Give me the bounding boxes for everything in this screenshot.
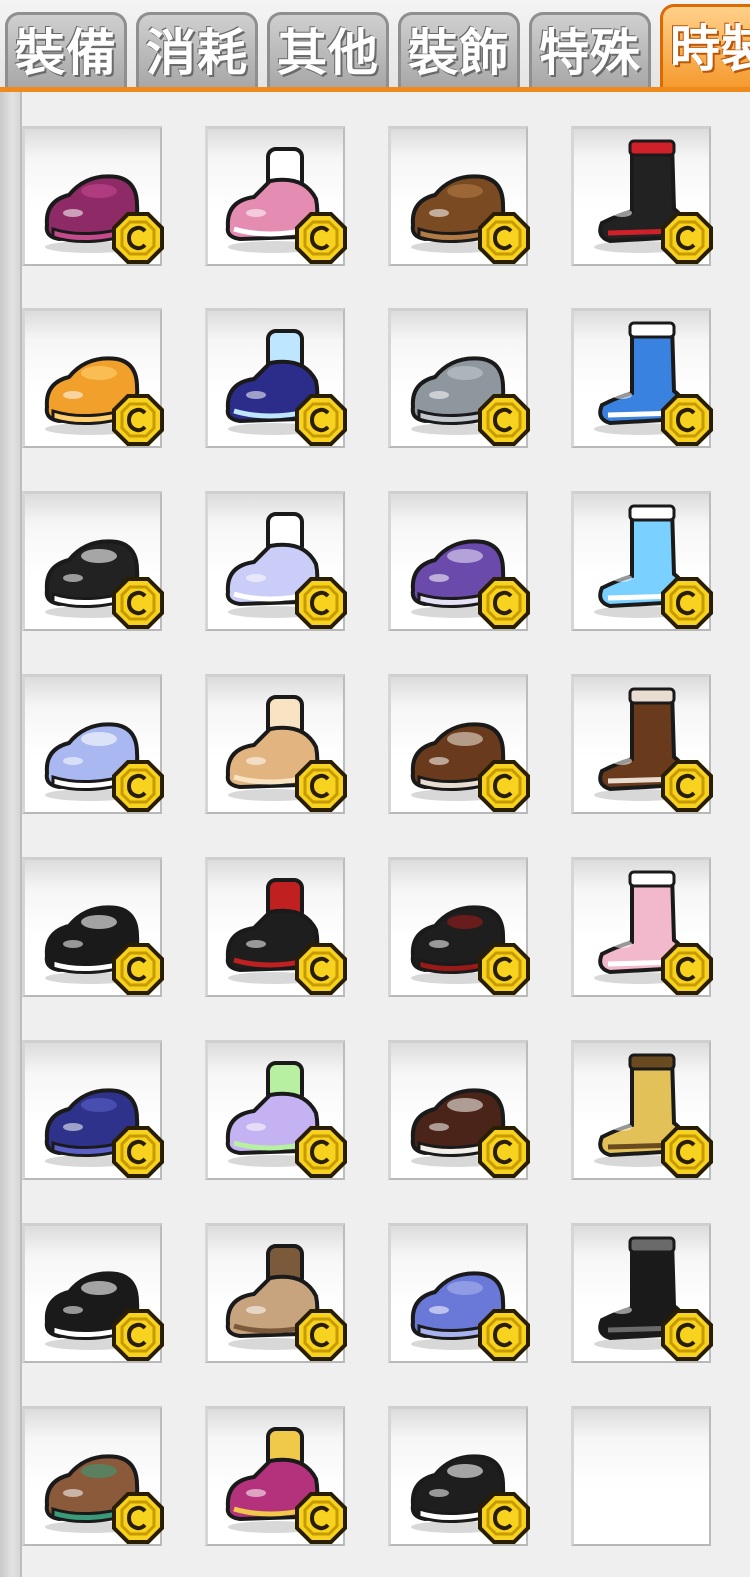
cash-coin-icon — [478, 394, 530, 446]
inventory-panel — [0, 92, 750, 1577]
empty-inventory-slot[interactable] — [571, 1406, 711, 1546]
inventory-slot[interactable] — [205, 1223, 347, 1363]
inventory-slot[interactable] — [571, 674, 713, 814]
cash-coin-icon — [112, 394, 164, 446]
inventory-slot[interactable] — [205, 857, 347, 997]
inventory-slot[interactable] — [22, 126, 164, 266]
inventory-slot[interactable] — [388, 1223, 530, 1363]
inventory-slot[interactable] — [571, 126, 713, 266]
inventory-slot[interactable] — [571, 857, 713, 997]
cash-coin-icon — [112, 1126, 164, 1178]
inventory-slot[interactable] — [388, 126, 530, 266]
inventory-slot[interactable] — [205, 126, 347, 266]
cash-coin-icon — [478, 1126, 530, 1178]
cash-coin-icon — [295, 943, 347, 995]
cash-coin-icon — [112, 212, 164, 264]
inventory-slot[interactable] — [388, 1406, 530, 1546]
inventory-slot[interactable] — [205, 308, 347, 448]
cash-coin-icon — [478, 760, 530, 812]
cash-coin-icon — [295, 577, 347, 629]
cash-coin-icon — [112, 577, 164, 629]
tab-2[interactable]: 其他 — [267, 12, 389, 87]
cash-coin-icon — [661, 394, 713, 446]
inventory-slot[interactable] — [22, 308, 164, 448]
inventory-slot[interactable] — [571, 1223, 713, 1363]
inventory-slot[interactable] — [22, 1040, 164, 1180]
inventory-slot[interactable] — [388, 857, 530, 997]
inventory-slot[interactable] — [22, 857, 164, 997]
inventory-slot[interactable] — [388, 674, 530, 814]
cash-coin-icon — [661, 212, 713, 264]
cash-coin-icon — [295, 394, 347, 446]
cash-coin-icon — [112, 1492, 164, 1544]
cash-coin-icon — [478, 577, 530, 629]
inventory-slot[interactable] — [22, 674, 164, 814]
inventory-slot[interactable] — [388, 1040, 530, 1180]
inventory-slot[interactable] — [571, 308, 713, 448]
cash-coin-icon — [478, 943, 530, 995]
inventory-slot[interactable] — [22, 1406, 164, 1546]
tab-5[interactable]: 時裝 — [660, 4, 750, 87]
inventory-tab-bar: 裝備消耗其他裝飾特殊時裝 — [0, 0, 750, 92]
inventory-slot[interactable] — [205, 491, 347, 631]
inventory-slot[interactable] — [205, 674, 347, 814]
tab-1[interactable]: 消耗 — [136, 12, 258, 87]
inventory-slot[interactable] — [205, 1406, 347, 1546]
inventory-slot[interactable] — [388, 491, 530, 631]
cash-coin-icon — [661, 1309, 713, 1361]
cash-coin-icon — [112, 943, 164, 995]
tab-3[interactable]: 裝飾 — [398, 12, 520, 87]
inventory-slot[interactable] — [22, 1223, 164, 1363]
cash-coin-icon — [112, 1309, 164, 1361]
cash-coin-icon — [295, 1492, 347, 1544]
inventory-slot[interactable] — [571, 491, 713, 631]
cash-coin-icon — [295, 1309, 347, 1361]
cash-coin-icon — [478, 1492, 530, 1544]
tab-4[interactable]: 特殊 — [529, 12, 651, 87]
inventory-slot[interactable] — [205, 1040, 347, 1180]
inventory-slot[interactable] — [571, 1040, 713, 1180]
cash-coin-icon — [478, 1309, 530, 1361]
tab-0[interactable]: 裝備 — [5, 12, 127, 87]
inventory-slot[interactable] — [388, 308, 530, 448]
cash-coin-icon — [661, 943, 713, 995]
inventory-slot[interactable] — [22, 491, 164, 631]
cash-coin-icon — [661, 760, 713, 812]
cash-coin-icon — [478, 212, 530, 264]
cash-coin-icon — [661, 1126, 713, 1178]
cash-coin-icon — [661, 577, 713, 629]
item-grid — [0, 92, 750, 1577]
cash-coin-icon — [112, 760, 164, 812]
cash-coin-icon — [295, 212, 347, 264]
cash-coin-icon — [295, 1126, 347, 1178]
cash-coin-icon — [295, 760, 347, 812]
